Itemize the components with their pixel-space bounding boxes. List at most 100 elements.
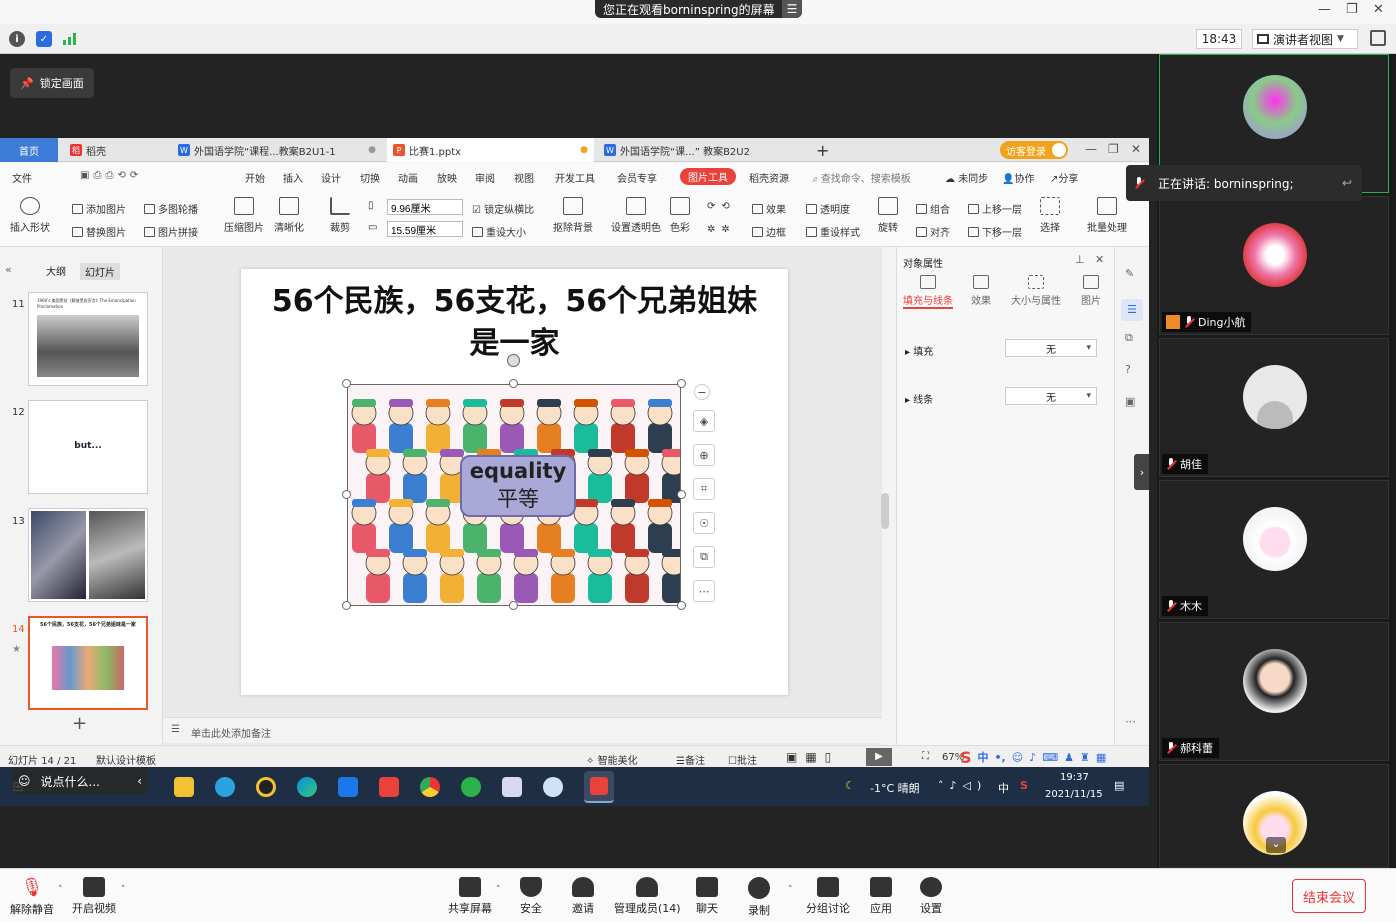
beautify-button[interactable]: ✧ 智能美化 [586,752,638,767]
resize-handle[interactable] [342,601,351,610]
layers-icon[interactable]: ◈ [693,410,715,432]
participant-tile[interactable]: 郝科蕾 [1159,622,1389,761]
chat-input[interactable]: ☺ 说点什么... ‹ [12,768,148,794]
date[interactable]: 2021/11/15 [1045,789,1103,800]
line-section[interactable]: ▸ 线条 [905,391,933,406]
settings-button[interactable]: 设置 [920,877,942,916]
chevron-up-icon[interactable]: ˄ [496,885,501,895]
multi-carousel-button[interactable]: 多图轮播 [144,201,198,216]
menu-show[interactable]: 放映 [437,170,457,185]
telegram-icon[interactable] [215,777,235,797]
copy-icon[interactable]: ⧉ [693,546,715,568]
properties-icon[interactable]: ☰ [1121,299,1143,321]
menu-anim[interactable]: 动画 [398,170,418,185]
share-button[interactable]: ↗分享 [1050,170,1078,185]
slide-thumb-12[interactable]: but... [28,400,148,494]
fill-select[interactable]: 无 ▾ [1005,339,1097,357]
scrollbar[interactable] [881,493,889,529]
align-button[interactable]: 对齐 [916,224,950,239]
compress-button[interactable]: 压缩图片 [224,197,264,234]
menu-design[interactable]: 设计 [321,170,341,185]
resize-handle[interactable] [509,379,518,388]
notes-toggle[interactable]: ☰备注 [676,752,705,767]
record-button[interactable]: 录制 [748,877,770,918]
transparent-button[interactable]: 设置透明色 [611,197,661,234]
more-icon[interactable]: ⋯ [693,580,715,602]
play-icon[interactable]: ▶ [866,748,892,766]
collapse-icon[interactable]: « [5,263,12,276]
participant-tile[interactable]: 胡佳 [1159,338,1389,477]
chat-button[interactable]: 聊天 [696,877,718,916]
resize-handle[interactable] [677,490,686,499]
template-name[interactable]: 默认设计模板 [96,752,156,767]
signal-icon[interactable] [63,33,77,45]
search-command[interactable]: ⌕ 查找命令、搜索模板 [812,170,911,185]
sogou-icon[interactable]: S [1020,779,1028,792]
chrome-icon[interactable] [420,777,440,797]
tab-size[interactable]: 大小与属性 [1011,275,1061,307]
menu-switch[interactable]: 切换 [360,170,380,185]
width-input[interactable] [387,199,463,215]
folder-icon[interactable] [174,777,194,797]
restore-icon[interactable]: ❐ [1108,142,1119,156]
color-button[interactable]: 色彩 [670,197,690,234]
slide-thumb-14[interactable]: 56个民族，56支花，56个兄弟姐妹是一家 [28,616,148,710]
edge-icon[interactable] [297,777,317,797]
restyle-button[interactable]: 重设样式 [806,224,860,239]
tencent-meeting-icon[interactable] [338,777,358,797]
tab-fill-line[interactable]: 填充与线条 [903,275,953,309]
notification-icon[interactable]: ▤ [1114,779,1124,792]
send-backward-button[interactable]: 下移一层 [968,224,1022,239]
apps-button[interactable]: 应用 [870,877,892,916]
tab-daoke[interactable]: 稻稻壳 [64,138,164,162]
batch-button[interactable]: 批量处理 [1087,197,1127,234]
start-video-button[interactable]: 开启视频 [72,877,116,916]
picture-icon[interactable]: ▣ [1125,395,1135,408]
viewing-banner[interactable]: 您正在观看borninspring的屏幕 ☰ [595,0,802,18]
share-screen-button[interactable]: 共享屏幕 [448,877,492,916]
select-button[interactable]: 选择 [1040,197,1060,234]
menu-start[interactable]: 开始 [245,170,265,185]
help-icon[interactable]: ? [1125,363,1131,376]
chevron-right-icon[interactable]: › [1134,454,1149,490]
tab-slides[interactable]: 幻灯片 [80,263,120,280]
minus-icon[interactable]: − [694,384,710,400]
daoke-icon[interactable] [379,777,399,797]
add-slide-icon[interactable]: + [72,713,87,734]
chevron-down-icon[interactable]: ⌄ [1266,837,1286,853]
browser-icon[interactable] [543,777,563,797]
minimize-icon[interactable]: — [1085,142,1097,156]
pin-icon[interactable]: ⊥ [1075,253,1085,266]
slide-title[interactable]: 56个民族，56支花，56个兄弟姐妹是一家 [261,281,768,365]
unsaved-dot-icon[interactable]: ● [580,145,588,155]
style-icon[interactable]: ✎ [1125,267,1134,280]
tab-ppt[interactable]: P 比赛1.pptx ● [387,138,594,162]
end-meeting-button[interactable]: 结束会议 [1292,879,1366,913]
tab-outline[interactable]: 大纲 [46,263,66,278]
weather-text[interactable]: -1°C 晴朗 [870,780,920,796]
guest-login-button[interactable]: 访客登录 [1000,141,1068,159]
wps-icon[interactable] [584,771,614,803]
splice-button[interactable]: 图片拼接 [144,224,198,239]
ime-toolbar[interactable]: S 中 •, ☺ ♪ ⌨ ♟ ♜ ▦ [960,746,1149,768]
chevron-left-icon[interactable]: ‹ [137,774,142,788]
lock-screen-button[interactable]: 📌 锁定画面 [10,68,94,98]
menu-icon[interactable]: ☰ [782,0,802,18]
menu-dev[interactable]: 开发工具 [555,170,595,185]
tab-doc2[interactable]: W 外国语学院“课...” 教案B2U2 [598,138,802,162]
rotate-handle-icon[interactable] [507,354,520,367]
ime-lang[interactable]: 中 [998,780,1009,796]
tab-home[interactable]: 首页 [0,138,58,162]
collab-button[interactable]: 👤协作 [1002,170,1034,185]
participant-tile[interactable]: 木木 [1159,480,1389,619]
menu-member[interactable]: 会员专享 [617,170,657,185]
resize-handle[interactable] [509,601,518,610]
resize-handle[interactable] [342,379,351,388]
unmute-button[interactable]: 🎙 解除静音 [10,877,54,917]
slide-picture[interactable]: equality 平等 [347,384,681,606]
fullscreen-icon[interactable] [1370,30,1386,46]
group-button[interactable]: 组合 [916,201,950,216]
menu-pictool[interactable]: 图片工具 [680,168,736,185]
chevron-up-icon[interactable]: ˄ [58,885,63,895]
rotate-icons[interactable]: ⟳⟲ [707,201,736,212]
